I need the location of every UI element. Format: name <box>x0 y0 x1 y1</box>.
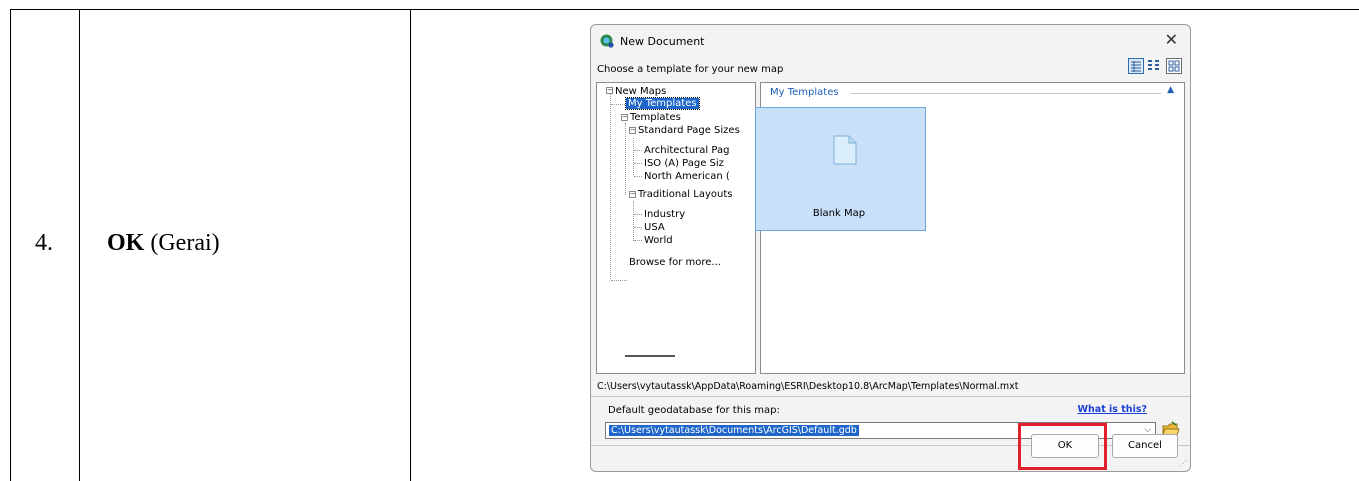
step-instruction: OK (Gerai) <box>107 230 220 257</box>
tree-item-standard-page-sizes[interactable]: Standard Page Sizes <box>638 125 740 136</box>
arcmap-globe-icon <box>600 34 614 48</box>
blank-document-icon <box>833 135 857 165</box>
tree-item-architectural[interactable]: Architectural Pag <box>644 145 729 156</box>
table-left-border <box>10 9 11 481</box>
step-action-rest: (Gerai) <box>144 230 220 256</box>
template-tree[interactable]: − New Maps My Templates − Templates − St… <box>596 82 756 374</box>
new-document-dialog: New Document ✕ Choose a template for you… <box>590 24 1191 472</box>
horizontal-scrollbar[interactable] <box>625 355 675 357</box>
resize-grip-icon[interactable]: ⋰ <box>1179 459 1187 468</box>
details-view-icon[interactable] <box>1128 58 1144 74</box>
tree-item-iso[interactable]: ISO (A) Page Siz <box>644 158 724 169</box>
dialog-titlebar: New Document ✕ <box>591 25 1190 57</box>
expand-templates-icon[interactable]: − <box>621 114 628 121</box>
tree-item-my-templates[interactable]: My Templates <box>625 97 700 110</box>
ok-highlight-box <box>1018 423 1107 470</box>
tree-item-new-maps[interactable]: New Maps <box>615 86 666 97</box>
divider <box>591 396 1190 397</box>
tree-item-browse[interactable]: Browse for more... <box>629 257 721 268</box>
expand-standard-page-sizes-icon[interactable]: − <box>629 127 636 134</box>
table-top-border <box>10 9 1359 10</box>
thumbnail-view-icon[interactable] <box>1166 58 1182 74</box>
close-icon[interactable]: ✕ <box>1165 32 1178 48</box>
group-divider <box>851 93 1161 94</box>
what-is-this-link[interactable]: What is this? <box>1078 404 1147 415</box>
list-view-icon[interactable] <box>1147 58 1163 74</box>
tree-item-north-american[interactable]: North American ( <box>644 171 730 182</box>
tile-label: Blank Map <box>812 208 866 219</box>
template-path: C:\Users\vytautassk\AppData\Roaming\ESRI… <box>597 381 1019 392</box>
geodatabase-value: C:\Users\vytautassk\Documents\ArcGIS\Def… <box>609 425 859 436</box>
expand-new-maps-icon[interactable]: − <box>606 87 613 94</box>
step-action-bold: OK <box>107 230 145 256</box>
tree-item-usa[interactable]: USA <box>644 222 665 233</box>
tree-item-industry[interactable]: Industry <box>644 209 685 220</box>
tree-item-traditional-layouts[interactable]: Traditional Layouts <box>638 189 732 200</box>
dialog-title: New Document <box>620 35 705 48</box>
dialog-subtitle: Choose a template for your new map <box>597 64 784 75</box>
view-mode-toolbar <box>1128 58 1182 76</box>
instruction-table: 4. OK (Gerai) New Document ✕ Choose a te… <box>0 0 1359 481</box>
table-column-divider <box>410 9 411 481</box>
cancel-button[interactable]: Cancel <box>1112 434 1178 458</box>
geodatabase-label: Default geodatabase for this map: <box>608 405 780 416</box>
collapse-group-icon[interactable]: ▲ <box>1167 85 1174 95</box>
group-header: My Templates <box>770 87 843 98</box>
tree-item-world[interactable]: World <box>644 235 673 246</box>
expand-traditional-layouts-icon[interactable]: − <box>629 191 636 198</box>
tree-item-templates[interactable]: Templates <box>630 112 681 123</box>
table-column-divider <box>79 9 80 481</box>
step-number: 4. <box>35 230 53 256</box>
